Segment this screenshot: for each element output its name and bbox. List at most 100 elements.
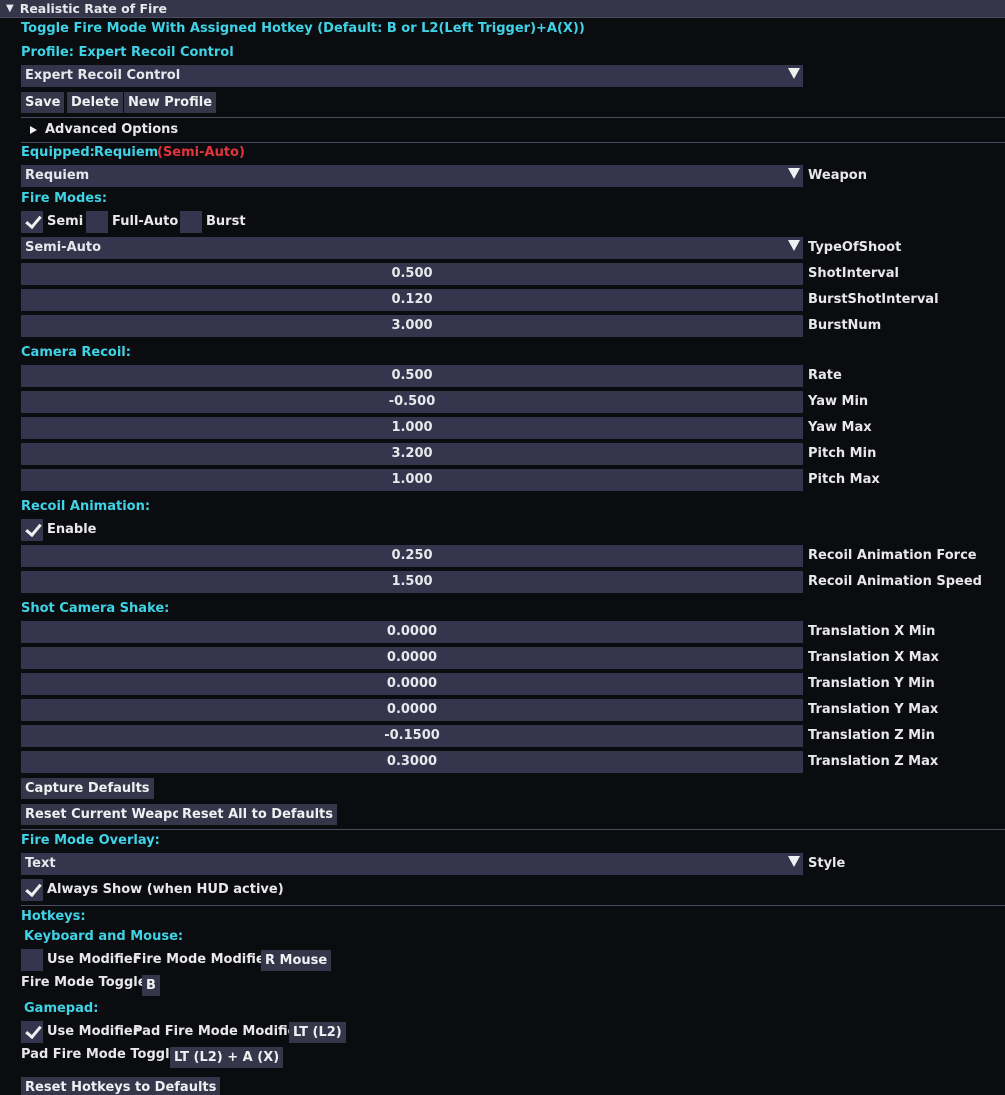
- field-label: Translation X Min: [808, 624, 936, 639]
- always-show-checkbox[interactable]: [21, 879, 43, 901]
- field-value: 3.200: [391, 446, 433, 461]
- kbm-modifier-key-button[interactable]: R Mouse: [261, 950, 332, 971]
- weapon-label: Weapon: [808, 168, 867, 183]
- divider: [21, 142, 1005, 143]
- advanced-options-toggle[interactable]: Advanced Options: [28, 121, 228, 139]
- field-label: Translation Y Min: [808, 676, 935, 691]
- shot-interval-field[interactable]: 0.500: [21, 263, 803, 285]
- field-label: Yaw Max: [808, 420, 872, 435]
- kbm-modifier-label: Fire Mode Modifier:: [133, 952, 277, 967]
- pitch-min-field[interactable]: 3.200: [21, 443, 803, 465]
- recoil-animation-heading: Recoil Animation:: [21, 499, 151, 514]
- fire-mode-overlay-heading: Fire Mode Overlay:: [21, 833, 160, 848]
- checkmark-icon: [25, 519, 42, 538]
- translation-x-min-field[interactable]: 0.0000: [21, 621, 803, 643]
- recoil-animation-speed-field[interactable]: 1.500: [21, 571, 803, 593]
- delete-button[interactable]: Delete: [67, 92, 123, 113]
- camera-recoil-heading: Camera Recoil:: [21, 345, 131, 360]
- field-value: 0.250: [391, 548, 433, 563]
- field-label: BurstShotInterval: [808, 292, 939, 307]
- equipped-weapon: Requiem: [94, 145, 159, 160]
- profile-dropdown[interactable]: Expert Recoil Control: [21, 65, 803, 87]
- profile-dropdown-value: Expert Recoil Control: [25, 68, 181, 83]
- dropdown-arrow-icon: [788, 856, 800, 867]
- translation-z-min-field[interactable]: -0.1500: [21, 725, 803, 747]
- weapon-dropdown[interactable]: Requiem: [21, 165, 803, 187]
- new-profile-button[interactable]: New Profile: [124, 92, 217, 113]
- style-label: Style: [808, 856, 846, 871]
- burst-num-field[interactable]: 3.000: [21, 315, 803, 337]
- pitch-max-field[interactable]: 1.000: [21, 469, 803, 491]
- semi-checkbox[interactable]: [21, 211, 43, 233]
- enable-label: Enable: [47, 522, 97, 537]
- fire-modes-heading: Fire Modes:: [21, 191, 108, 206]
- field-value: 1.500: [391, 574, 433, 589]
- field-value: -0.500: [388, 394, 436, 409]
- pad-use-modifier-label: Use Modifier: [47, 1024, 140, 1039]
- burst-shot-interval-field[interactable]: 0.120: [21, 289, 803, 311]
- kbm-toggle-label: Fire Mode Toggle:: [21, 975, 152, 990]
- dropdown-arrow-icon: [788, 68, 800, 79]
- field-label: Translation X Max: [808, 650, 939, 665]
- divider: [21, 905, 1005, 906]
- translation-y-min-field[interactable]: 0.0000: [21, 673, 803, 695]
- advanced-options-label: Advanced Options: [45, 122, 179, 137]
- hotkey-note: Toggle Fire Mode With Assigned Hotkey (D…: [21, 21, 585, 36]
- gamepad-heading: Gamepad:: [24, 1001, 99, 1016]
- shot-camera-shake-heading: Shot Camera Shake:: [21, 601, 170, 616]
- full-auto-label: Full-Auto: [112, 214, 179, 229]
- field-value: 0.3000: [386, 754, 438, 769]
- field-label: ShotInterval: [808, 266, 899, 281]
- rate-field[interactable]: 0.500: [21, 365, 803, 387]
- translation-y-max-field[interactable]: 0.0000: [21, 699, 803, 721]
- pad-toggle-label: Pad Fire Mode Toggle:: [21, 1047, 184, 1062]
- type-of-shoot-value: Semi-Auto: [25, 240, 102, 255]
- expand-triangle-icon: [30, 126, 37, 134]
- divider: [21, 117, 1005, 118]
- collapse-triangle-icon[interactable]: ▼: [6, 3, 14, 14]
- field-value: 0.120: [391, 292, 433, 307]
- recoil-animation-force-field[interactable]: 0.250: [21, 545, 803, 567]
- checkmark-icon: [25, 879, 42, 898]
- field-value: 0.500: [391, 266, 433, 281]
- field-value: 1.000: [391, 472, 433, 487]
- type-of-shoot-dropdown[interactable]: Semi-Auto: [21, 237, 803, 259]
- pad-use-modifier-checkbox[interactable]: [21, 1021, 43, 1043]
- field-label: Translation Y Max: [808, 702, 939, 717]
- yaw-min-field[interactable]: -0.500: [21, 391, 803, 413]
- translation-x-max-field[interactable]: 0.0000: [21, 647, 803, 669]
- full-auto-checkbox[interactable]: [86, 211, 108, 233]
- equipped-label: Equipped:: [21, 145, 95, 160]
- yaw-max-field[interactable]: 1.000: [21, 417, 803, 439]
- field-value: 0.0000: [386, 676, 438, 691]
- kbm-toggle-key-button[interactable]: B: [142, 975, 160, 996]
- reset-current-weapon-button[interactable]: Reset Current Weapon: [21, 804, 195, 825]
- always-show-label: Always Show (when HUD active): [47, 882, 284, 897]
- overlay-style-value: Text: [25, 856, 56, 871]
- overlay-style-dropdown[interactable]: Text: [21, 853, 803, 875]
- field-label: Translation Z Min: [808, 728, 935, 743]
- weapon-dropdown-value: Requiem: [25, 168, 90, 183]
- field-label: Rate: [808, 368, 842, 383]
- enable-checkbox[interactable]: [21, 519, 43, 541]
- keyboard-mouse-heading: Keyboard and Mouse:: [24, 929, 184, 944]
- translation-z-max-field[interactable]: 0.3000: [21, 751, 803, 773]
- equipped-mode: (Semi-Auto): [157, 145, 245, 160]
- field-value: 0.0000: [386, 650, 438, 665]
- pad-modifier-key-button[interactable]: LT (L2): [289, 1022, 346, 1043]
- save-button[interactable]: Save: [21, 92, 65, 113]
- dropdown-arrow-icon: [788, 240, 800, 251]
- field-label: Pitch Min: [808, 446, 877, 461]
- field-label: Recoil Animation Speed: [808, 574, 982, 589]
- burst-checkbox[interactable]: [180, 211, 202, 233]
- section-header[interactable]: ▼ Realistic Rate of Fire: [0, 0, 1005, 18]
- reset-all-button[interactable]: Reset All to Defaults: [178, 804, 337, 825]
- kbm-use-modifier-checkbox[interactable]: [21, 949, 43, 971]
- kbm-use-modifier-label: Use Modifier: [47, 952, 140, 967]
- checkmark-icon: [25, 1021, 42, 1040]
- hotkeys-heading: Hotkeys:: [21, 909, 86, 924]
- reset-hotkeys-button[interactable]: Reset Hotkeys to Defaults: [21, 1077, 221, 1095]
- capture-defaults-button[interactable]: Capture Defaults: [21, 778, 154, 799]
- checkmark-icon: [25, 211, 42, 230]
- pad-toggle-key-button[interactable]: LT (L2) + A (X): [170, 1047, 284, 1068]
